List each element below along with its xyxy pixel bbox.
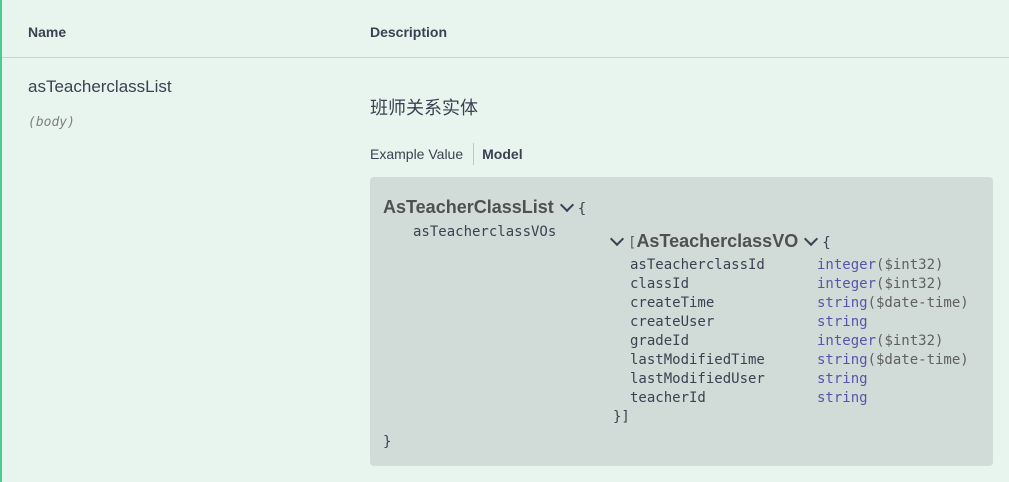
- property-name: lastModifiedTime: [630, 352, 765, 368]
- property-type-name: string: [817, 295, 868, 311]
- property-type-name: string: [817, 352, 868, 368]
- property-name: asTeacherclassId: [630, 257, 765, 273]
- model-tabs: Example Value Model: [370, 142, 533, 166]
- array-close-bracket: }]: [613, 409, 630, 425]
- property-type-name: integer: [817, 257, 877, 273]
- property-type: string($date-time): [817, 295, 969, 311]
- column-header-name: Name: [28, 24, 67, 40]
- inner-model-header: [AsTeacherclassVO{: [609, 231, 831, 252]
- model-field-name: asTeacherclassVOs: [413, 224, 557, 240]
- property-format: ($int32): [876, 333, 944, 349]
- property-format: ($date-time): [867, 352, 969, 368]
- parameter-description: 班师关系实体: [370, 98, 478, 118]
- property-format: ($int32): [876, 257, 944, 273]
- property-type: integer($int32): [817, 333, 943, 349]
- tab-model[interactable]: Model: [474, 146, 532, 162]
- property-type: integer($int32): [817, 257, 943, 273]
- property-type-name: string: [817, 314, 868, 330]
- section-accent-border: [0, 0, 2, 482]
- property-type-name: string: [817, 390, 868, 406]
- property-name: lastModifiedUser: [630, 371, 765, 387]
- model-header: AsTeacherClassList {: [383, 197, 586, 218]
- model-schema-box: AsTeacherClassList{ asTeacherclassVOs [A…: [370, 177, 993, 466]
- property-type: string: [817, 390, 868, 406]
- property-name: createUser: [630, 314, 715, 330]
- property-type-name: integer: [817, 276, 877, 292]
- column-header-description: Description: [370, 24, 448, 40]
- property-format: ($date-time): [867, 295, 969, 311]
- tab-example-value[interactable]: Example Value: [370, 146, 473, 162]
- model-close-brace: }: [383, 434, 392, 450]
- model-open-brace: {: [577, 201, 587, 217]
- property-name: classId: [630, 276, 690, 292]
- model-title[interactable]: AsTeacherClassList: [383, 197, 554, 217]
- inner-open-brace: {: [822, 235, 831, 251]
- chevron-down-icon[interactable]: [609, 231, 625, 247]
- chevron-down-icon[interactable]: [804, 231, 819, 247]
- chevron-down-icon[interactable]: [559, 197, 574, 213]
- property-name: createTime: [630, 295, 715, 311]
- parameter-name: asTeacherclassList: [28, 77, 172, 96]
- property-type: string: [817, 314, 868, 330]
- parameters-table-header: Name Description: [2, 0, 1009, 58]
- property-format: ($int32): [876, 276, 944, 292]
- property-type-name: integer: [817, 333, 877, 349]
- inner-model-title[interactable]: AsTeacherclassVO: [636, 231, 798, 251]
- property-type: string: [817, 371, 868, 387]
- property-type: string($date-time): [817, 352, 969, 368]
- property-type: integer($int32): [817, 276, 943, 292]
- parameter-location: (body): [28, 115, 75, 130]
- property-name: gradeId: [630, 333, 690, 349]
- property-type-name: string: [817, 371, 868, 387]
- property-name: teacherId: [630, 390, 706, 406]
